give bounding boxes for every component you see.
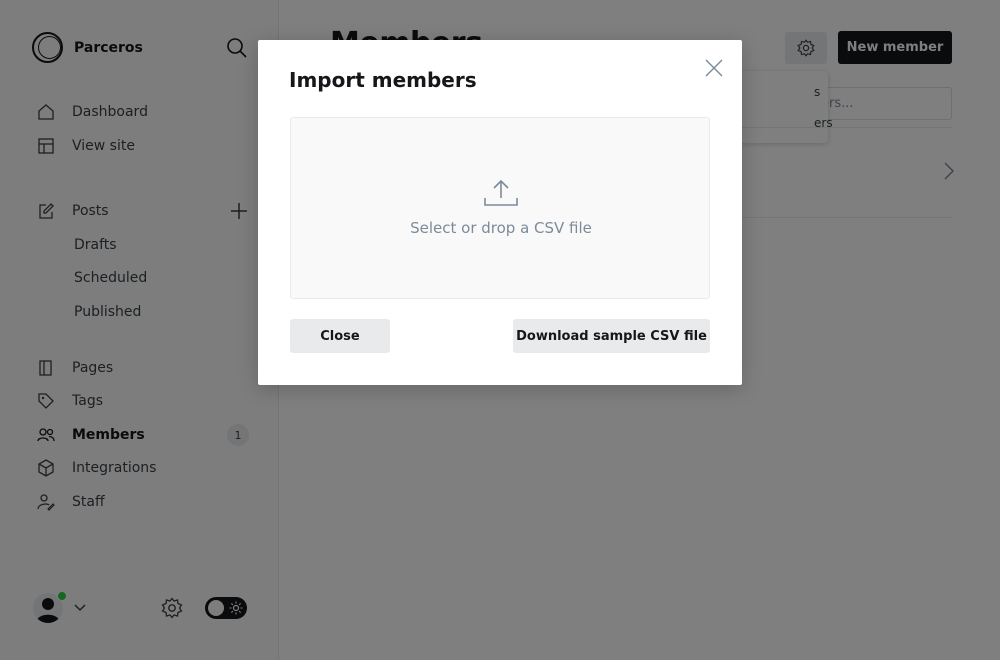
csv-dropzone[interactable]: Select or drop a CSV file (290, 117, 710, 299)
modal-title: Import members (289, 68, 477, 92)
close-icon[interactable] (702, 56, 726, 80)
download-sample-csv-button[interactable]: Download sample CSV file (513, 319, 710, 353)
dropzone-label: Select or drop a CSV file (410, 219, 592, 237)
import-members-modal: Import members Select or drop a CSV file… (258, 40, 742, 385)
close-button[interactable]: Close (290, 319, 390, 353)
upload-icon (484, 179, 518, 206)
